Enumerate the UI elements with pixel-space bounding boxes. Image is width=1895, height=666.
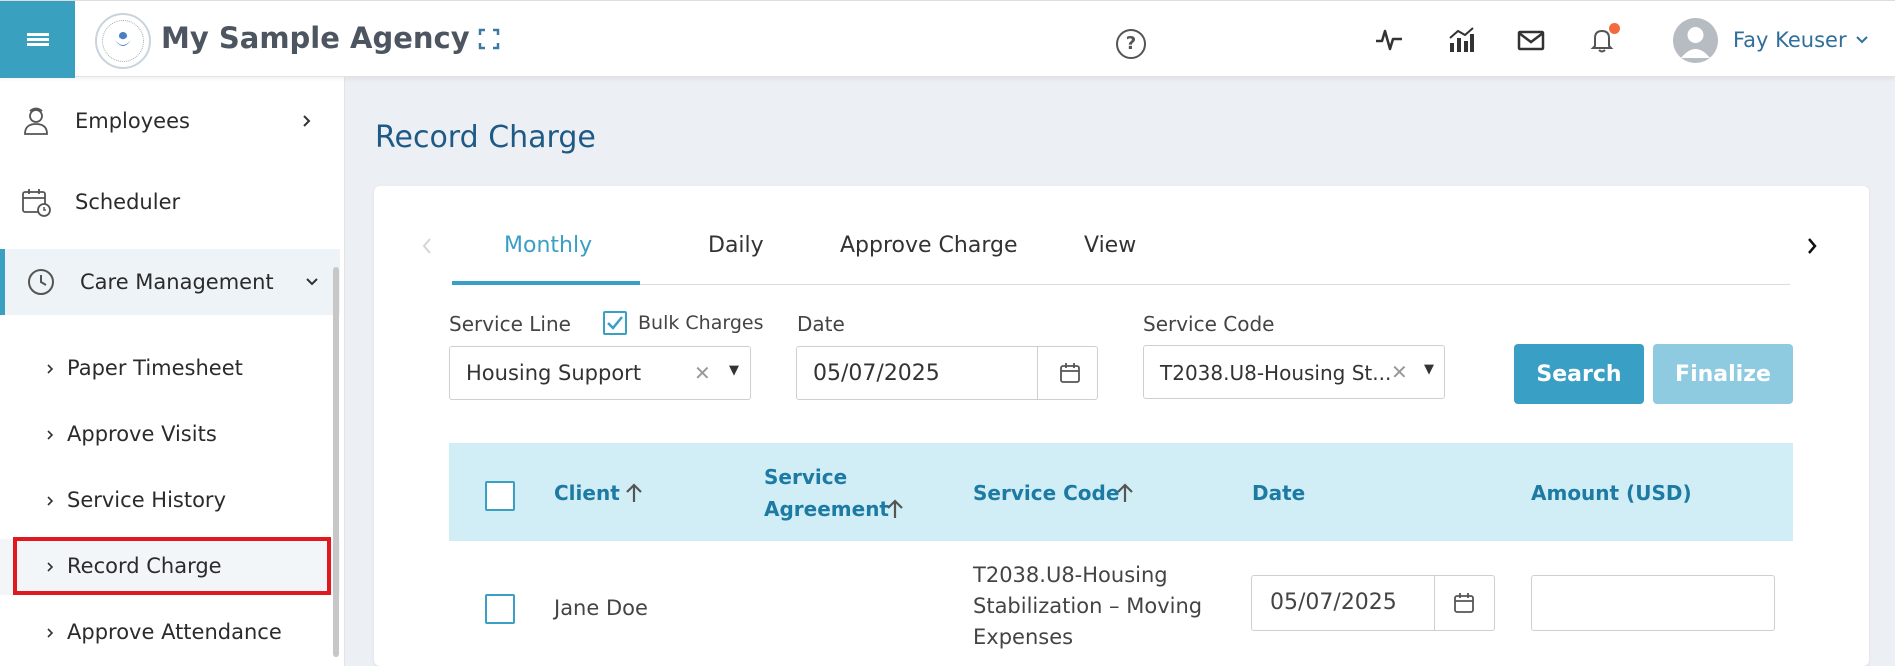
chevron-right-icon	[303, 115, 311, 127]
tabs-scroll-left-icon[interactable]	[420, 236, 434, 256]
bulk-charges-label: Bulk Charges	[638, 312, 764, 334]
tabs-divider	[452, 284, 1790, 285]
column-header-service[interactable]: Service	[764, 465, 847, 489]
sidebar-subitem-label: Approve Attendance	[67, 620, 282, 644]
chevron-right-icon	[47, 496, 54, 506]
sort-up-icon[interactable]	[623, 482, 645, 504]
employee-icon	[24, 107, 48, 135]
selection-highlight-box	[13, 537, 331, 595]
tab-monthly[interactable]: Monthly	[504, 233, 592, 258]
clear-icon[interactable]: ✕	[1391, 360, 1408, 384]
date-field[interactable]: 05/07/2025	[796, 346, 1098, 400]
calendar-clock-icon	[22, 189, 51, 217]
finalize-button[interactable]: Finalize	[1653, 344, 1793, 404]
user-icon	[1681, 27, 1710, 58]
sidebar-subitem-paper-timesheet[interactable]: Paper Timesheet	[0, 341, 340, 397]
chevron-right-icon	[47, 364, 54, 374]
sort-up-icon[interactable]	[884, 498, 906, 520]
sidebar-scrollbar[interactable]	[333, 267, 339, 657]
active-tab-indicator	[452, 281, 640, 285]
client-cell: Jane Doe	[554, 596, 648, 620]
dropdown-caret-icon[interactable]: ▼	[729, 363, 739, 378]
column-header-amount[interactable]: Amount (USD)	[1531, 481, 1692, 505]
mail-icon[interactable]	[1516, 25, 1546, 55]
service-code-cell-line: Expenses	[973, 625, 1074, 649]
row-date-value: 05/07/2025	[1270, 590, 1397, 615]
service-code-cell-line: Stabilization – Moving	[973, 594, 1203, 618]
sidebar-subitem-label: Service History	[67, 488, 226, 512]
search-button[interactable]: Search	[1514, 344, 1644, 404]
sidebar-item-label: Scheduler	[75, 190, 181, 214]
sidebar-item-care-management[interactable]: Care Management	[0, 249, 340, 315]
calendar-icon[interactable]	[1452, 591, 1476, 615]
select-all-checkbox[interactable]	[485, 481, 515, 511]
bulk-charges-checkbox[interactable]	[603, 311, 627, 335]
sidebar-subitem-approve-attendance[interactable]: Approve Attendance	[0, 605, 340, 661]
service-code-cell-line: T2038.U8-Housing	[973, 563, 1168, 587]
service-code-label: Service Code	[1143, 312, 1275, 336]
analytics-icon[interactable]	[1446, 25, 1476, 55]
row-amount-input[interactable]	[1531, 575, 1775, 631]
chevron-down-icon	[306, 278, 318, 286]
sidebar-item-scheduler[interactable]: Scheduler	[0, 169, 340, 235]
help-icon[interactable]: ?	[1116, 29, 1146, 59]
chevron-down-icon[interactable]	[1855, 33, 1869, 47]
chevron-right-icon	[47, 628, 54, 638]
hamburger-icon	[26, 31, 49, 49]
tab-daily[interactable]: Daily	[708, 233, 764, 258]
activity-icon[interactable]	[1374, 25, 1404, 55]
chevron-right-icon	[47, 430, 54, 440]
row-date-field[interactable]: 05/07/2025	[1251, 575, 1495, 631]
date-label: Date	[797, 312, 845, 336]
service-line-select[interactable]: Housing Support ✕ ▼	[449, 346, 751, 400]
date-value: 05/07/2025	[813, 361, 940, 386]
clear-icon[interactable]: ✕	[694, 361, 711, 385]
clock-icon	[28, 269, 54, 295]
notification-badge	[1609, 23, 1620, 34]
agency-name: My Sample Agency	[161, 21, 470, 55]
tab-approve-charge[interactable]: Approve Charge	[840, 233, 1018, 258]
row-checkbox[interactable]	[485, 594, 515, 624]
service-code-select[interactable]: T2038.U8-Housing St... ✕ ▼	[1143, 345, 1445, 399]
sort-up-icon[interactable]	[1114, 482, 1136, 504]
sidebar-subitem-label: Paper Timesheet	[67, 356, 243, 380]
hamburger-menu-button[interactable]	[0, 1, 75, 78]
checkmark-icon	[607, 316, 623, 330]
column-header-agreement[interactable]: Agreement	[764, 497, 889, 521]
service-line-label: Service Line	[449, 312, 571, 336]
calendar-icon[interactable]	[1058, 361, 1082, 385]
top-header: My Sample Agency ? Fay Keuser	[0, 0, 1895, 78]
dropdown-caret-icon[interactable]: ▼	[1424, 362, 1434, 377]
service-line-value: Housing Support	[466, 361, 642, 385]
sidebar-subitem-label: Approve Visits	[67, 422, 217, 446]
column-header-client[interactable]: Client	[554, 481, 620, 505]
sidebar-item-label: Care Management	[80, 270, 274, 294]
service-code-value: T2038.U8-Housing St...	[1160, 361, 1392, 385]
sidebar-item-employees[interactable]: Employees	[0, 88, 340, 154]
column-header-date[interactable]: Date	[1252, 481, 1305, 505]
user-avatar[interactable]	[1673, 18, 1718, 63]
sidebar-subitem-service-history[interactable]: Service History	[0, 473, 340, 529]
tabs-scroll-right-icon[interactable]	[1805, 236, 1819, 256]
fullscreen-icon[interactable]	[478, 28, 500, 50]
user-name[interactable]: Fay Keuser	[1733, 28, 1847, 52]
heart-hands-icon	[115, 32, 131, 46]
column-header-service-code[interactable]: Service Code	[973, 481, 1119, 505]
tab-view[interactable]: View	[1084, 233, 1136, 258]
sidebar-subitem-approve-visits[interactable]: Approve Visits	[0, 407, 340, 463]
page-title: Record Charge	[375, 120, 596, 155]
sidebar-item-label: Employees	[75, 109, 190, 133]
agency-logo	[95, 13, 151, 69]
